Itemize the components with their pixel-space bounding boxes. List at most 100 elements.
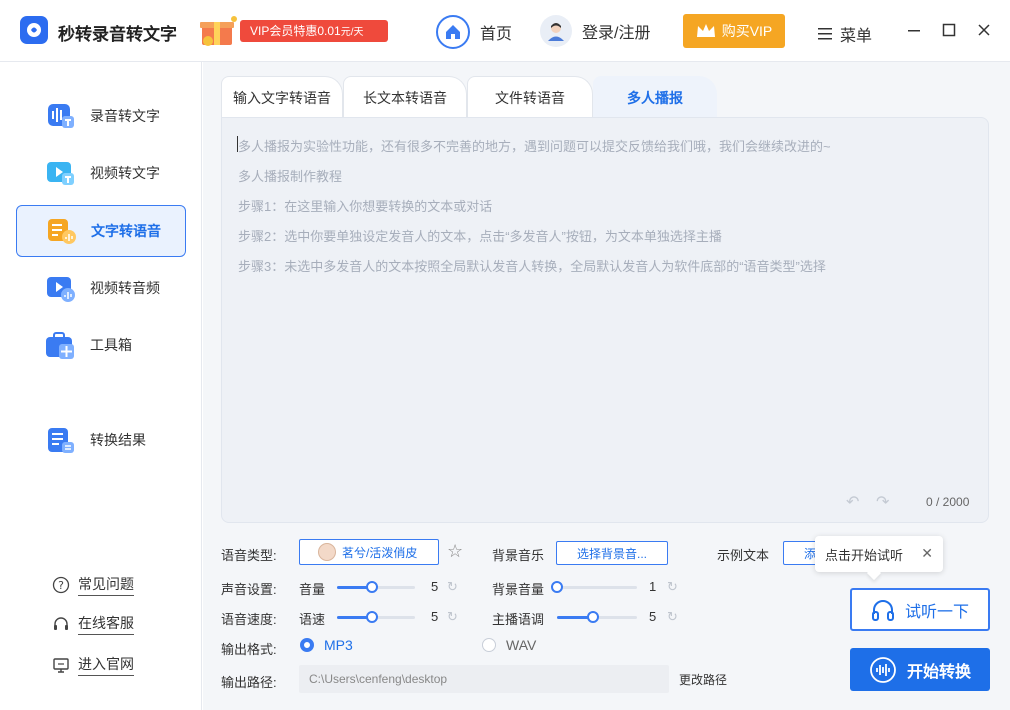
reset-icon[interactable]: ↻ [667, 579, 678, 595]
nav-home-label: 首页 [480, 26, 513, 43]
redo-icon[interactable]: ↷ [876, 492, 889, 512]
bg-volume-label: 背景音量 [492, 582, 545, 597]
bg-volume-value: 1 [649, 579, 657, 594]
volume-label: 音量 [299, 582, 326, 597]
sidebar-footer-label: 常见问题 [78, 574, 134, 596]
hamburger-icon [818, 28, 832, 40]
monitor-icon [53, 658, 69, 673]
sidebar-footer-faq[interactable]: ? 常见问题 [52, 574, 134, 596]
sidebar-footer-website[interactable]: 进入官网 [52, 654, 134, 676]
svg-text:?: ? [58, 579, 64, 592]
sidebar-item-audio-to-text[interactable]: 录音转文字 [16, 90, 186, 142]
tab-long-text[interactable]: 长文本转语音 [343, 76, 467, 118]
voice-name: 茗兮/活泼俏皮 [342, 545, 418, 560]
sound-settings-label: 声音设置: [221, 582, 277, 597]
sidebar-item-video-to-audio[interactable]: 视频转音频 [16, 262, 186, 314]
nav-login-label: 登录/注册 [582, 25, 651, 42]
maximize-button[interactable] [939, 20, 959, 40]
sidebar-item-video-to-text[interactable]: 视频转文字 [16, 147, 186, 199]
listen-tooltip: 点击开始试听 ✕ [815, 536, 943, 581]
speed-value: 5 [431, 609, 439, 624]
sidebar-item-text-to-speech[interactable]: 文字转语音 [16, 205, 186, 257]
pitch-label: 主播语调 [492, 612, 545, 627]
format-option-label: MP3 [324, 637, 353, 653]
menu-button[interactable]: 菜单 [818, 22, 872, 46]
tab-multi-speaker[interactable]: 多人播报 [593, 76, 717, 118]
sidebar-item-toolbox[interactable]: 工具箱 [16, 319, 186, 371]
home-icon [436, 15, 470, 49]
speaker-avatar-icon [318, 543, 336, 561]
editor-placeholder-line: 步骤3：未选中多发音人的文本按照全局默认发音人转换，全局默认发音人为软件底部的“… [238, 259, 826, 274]
main-panel: 输入文字转语音 长文本转语音 文件转语音 多人播报 多人播报为实验性功能，还有很… [203, 62, 1010, 710]
bg-volume-slider[interactable] [551, 580, 637, 594]
tab-file[interactable]: 文件转语音 [467, 76, 593, 118]
nav-home[interactable]: 首页 [436, 15, 512, 49]
bgm-label: 背景音乐 [492, 548, 545, 563]
sample-text-label: 示例文本 [717, 548, 770, 563]
sidebar-item-label: 视频转文字 [90, 165, 160, 181]
output-path-field[interactable]: C:\Users\cenfeng\desktop [299, 665, 669, 693]
sidebar-item-label: 转换结果 [90, 432, 146, 448]
tab-input-text[interactable]: 输入文字转语音 [221, 76, 343, 118]
tooltip-text: 点击开始试听 [825, 547, 904, 563]
pitch-value: 5 [649, 609, 657, 624]
start-convert-button[interactable]: 开始转换 [850, 648, 990, 691]
sidebar-item-results[interactable]: 转换结果 [16, 414, 186, 466]
speed-slider[interactable] [337, 610, 415, 624]
headset-icon [54, 617, 68, 630]
reset-icon[interactable]: ↻ [447, 609, 458, 625]
editor-placeholder-line: 多人播报为实验性功能，还有很多不完善的地方，遇到问题可以提交反馈给我们哦，我们会… [238, 139, 831, 154]
maximize-icon [942, 23, 956, 37]
question-icon: ? [52, 576, 70, 594]
pitch-slider[interactable] [557, 610, 637, 624]
audio-to-text-icon [48, 104, 74, 128]
sidebar: 录音转文字 视频转文字 文字转语音 视频转音频 工具箱 转换结果 ? 常见问题 … [0, 62, 202, 710]
app-logo-icon [20, 16, 48, 44]
character-count: 0 / 2000 [926, 495, 970, 509]
sidebar-item-label: 文字转语音 [91, 223, 161, 239]
crown-icon [696, 24, 715, 37]
headphones-icon [871, 599, 894, 621]
text-editor[interactable]: 多人播报为实验性功能，还有很多不完善的地方，遇到问题可以提交反馈给我们哦，我们会… [221, 117, 989, 523]
close-icon [978, 24, 990, 36]
minimize-icon [908, 30, 920, 32]
buy-vip-label: 购买VIP [721, 23, 773, 39]
voice-type-label: 语音类型: [221, 548, 277, 563]
favorite-star-icon[interactable]: ☆ [447, 541, 463, 561]
sidebar-item-label: 录音转文字 [90, 108, 160, 124]
path-label: 输出路径: [221, 675, 277, 690]
promo-text: VIP会员特惠0.01 [250, 24, 341, 38]
sidebar-footer-label: 在线客服 [78, 613, 134, 635]
preview-listen-button[interactable]: 试听一下 [850, 588, 990, 631]
menu-label: 菜单 [840, 28, 873, 45]
buy-vip-button[interactable]: 购买VIP [683, 14, 785, 48]
change-path-link[interactable]: 更改路径 [679, 671, 727, 688]
tooltip-close-icon[interactable]: ✕ [921, 545, 933, 562]
minimize-button[interactable] [904, 20, 924, 40]
voice-select-button[interactable]: 茗兮/活泼俏皮 [299, 539, 439, 565]
start-convert-label: 开始转换 [906, 663, 971, 681]
sidebar-footer-label: 进入官网 [78, 654, 134, 676]
format-label: 输出格式: [221, 642, 277, 657]
sidebar-item-label: 视频转音频 [90, 280, 160, 296]
text-to-speech-icon [48, 219, 76, 244]
title-bar: 秒转录音转文字 VIP会员特惠0.01元/天 首页 登录/注册 购买VIP 菜单 [0, 0, 1010, 62]
volume-slider[interactable] [337, 580, 415, 594]
speed-label: 语音速度: [221, 612, 277, 627]
toolbox-icon [46, 332, 74, 359]
preview-listen-label: 试听一下 [904, 603, 969, 621]
reset-icon[interactable]: ↻ [667, 609, 678, 625]
select-bgm-button[interactable]: 选择背景音... [556, 541, 668, 565]
nav-login[interactable]: 登录/注册 [540, 15, 650, 47]
sidebar-item-label: 工具箱 [90, 337, 132, 353]
reset-icon[interactable]: ↻ [447, 579, 458, 595]
sidebar-footer-support[interactable]: 在线客服 [52, 613, 134, 635]
speed-sub-label: 语速 [299, 612, 326, 627]
promo-unit: 元/天 [340, 27, 364, 38]
close-button[interactable] [974, 20, 994, 40]
undo-icon[interactable]: ↶ [846, 492, 859, 512]
format-wav-radio[interactable]: WAV [482, 637, 536, 653]
format-mp3-radio[interactable]: MP3 [300, 637, 353, 653]
video-to-text-icon [47, 162, 74, 185]
app-title: 秒转录音转文字 [58, 25, 177, 44]
